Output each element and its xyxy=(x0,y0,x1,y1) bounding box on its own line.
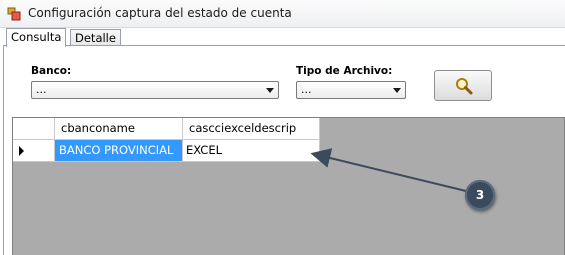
app-window: Configuración captura del estado de cuen… xyxy=(0,0,565,255)
step-badge: 3 xyxy=(465,180,495,210)
callout-arrow xyxy=(310,148,467,192)
tab-consulta[interactable]: Consulta xyxy=(6,28,67,47)
